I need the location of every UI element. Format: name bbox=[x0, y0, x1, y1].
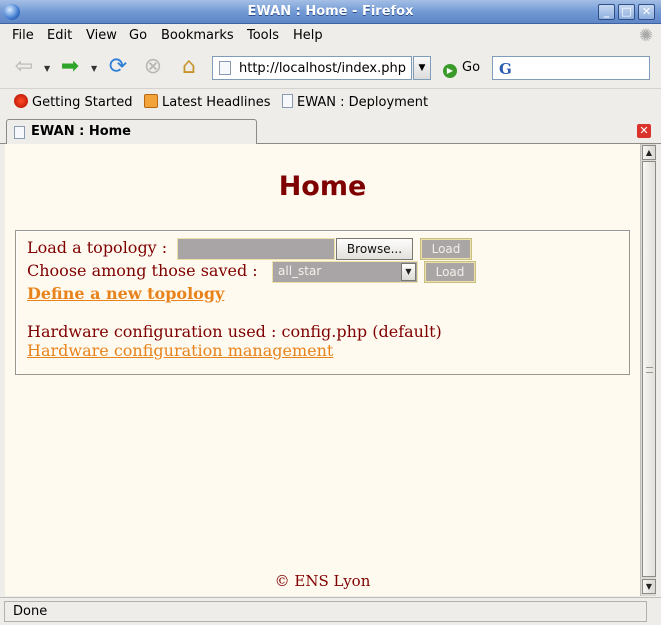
google-search-icon[interactable]: G bbox=[499, 60, 512, 78]
menu-tools[interactable]: Tools bbox=[247, 28, 279, 43]
menu-bookmarks[interactable]: Bookmarks bbox=[161, 28, 234, 43]
topology-panel: Load a topology : Browse... Load Choose … bbox=[15, 230, 630, 375]
stop-icon[interactable]: ⊗ bbox=[139, 53, 167, 81]
tab-strip: EWAN : Home ✕ bbox=[0, 117, 661, 145]
bookmarks-toolbar: Getting Started Latest Headlines EWAN : … bbox=[0, 88, 661, 116]
load-topology-label: Load a topology : bbox=[27, 238, 168, 257]
choose-saved-label: Choose among those saved : bbox=[27, 261, 258, 280]
bookmark-label: Latest Headlines bbox=[162, 95, 271, 110]
home-icon[interactable]: ⌂ bbox=[175, 53, 203, 81]
bookmark-ewan-deployment[interactable]: EWAN : Deployment bbox=[282, 94, 428, 110]
bookmark-latest-headlines[interactable]: Latest Headlines bbox=[144, 94, 271, 110]
page-icon bbox=[219, 61, 231, 75]
tab-label: EWAN : Home bbox=[31, 124, 132, 139]
minimize-icon[interactable]: _ bbox=[598, 4, 615, 20]
go-label: Go bbox=[462, 60, 481, 75]
saved-topology-select[interactable]: all_star ▼ bbox=[272, 261, 418, 283]
menu-view[interactable]: View bbox=[86, 28, 117, 43]
menu-go[interactable]: Go bbox=[129, 28, 147, 43]
load-topology-button[interactable]: Load bbox=[420, 238, 472, 260]
url-text: http://localhost/index.php bbox=[239, 61, 407, 76]
back-arrow-icon[interactable]: ⇦ bbox=[10, 53, 38, 81]
scroll-down-icon[interactable]: ▼ bbox=[642, 579, 656, 594]
menu-help[interactable]: Help bbox=[293, 28, 323, 43]
bookmark-label: EWAN : Deployment bbox=[297, 95, 429, 110]
page-icon bbox=[14, 126, 25, 139]
firefox-bookmark-icon bbox=[14, 94, 28, 108]
hardware-config-text: Hardware configuration used : config.php… bbox=[27, 322, 442, 341]
throbber-icon: ✺ bbox=[638, 26, 654, 46]
go-button[interactable]: ▶ Go bbox=[443, 60, 480, 78]
load-saved-button[interactable]: Load bbox=[424, 261, 476, 283]
tab-ewan-home[interactable]: EWAN : Home bbox=[6, 119, 257, 145]
window-title: EWAN : Home - Firefox bbox=[247, 4, 414, 19]
status-text: Done bbox=[4, 601, 647, 622]
page-content: Home Load a topology : Browse... Load Ch… bbox=[5, 144, 640, 596]
scroll-up-icon[interactable]: ▲ bbox=[642, 145, 656, 160]
menu-bar: File Edit View Go Bookmarks Tools Help ✺ bbox=[0, 25, 661, 47]
browse-button[interactable]: Browse... bbox=[336, 238, 413, 260]
rss-feed-icon bbox=[144, 94, 158, 108]
menu-file[interactable]: File bbox=[12, 28, 34, 43]
hardware-config-management-link[interactable]: Hardware configuration management bbox=[27, 341, 333, 360]
maximize-icon[interactable]: □ bbox=[618, 4, 635, 20]
url-history-dropdown-icon[interactable]: ▼ bbox=[413, 56, 431, 80]
menu-edit[interactable]: Edit bbox=[47, 28, 72, 43]
back-history-dropdown-icon[interactable]: ▼ bbox=[44, 64, 50, 73]
footer-copyright: © ENS Lyon bbox=[274, 572, 371, 590]
page-icon bbox=[282, 94, 293, 108]
bookmark-label: Getting Started bbox=[32, 95, 133, 110]
search-input[interactable]: G bbox=[492, 56, 650, 80]
close-window-icon[interactable]: ✕ bbox=[638, 4, 655, 20]
topology-file-input[interactable] bbox=[177, 238, 335, 260]
status-bar: Done bbox=[0, 597, 661, 625]
chevron-down-icon: ▼ bbox=[401, 263, 416, 281]
scrollbar-grip-icon bbox=[646, 367, 653, 373]
bookmark-getting-started[interactable]: Getting Started bbox=[14, 94, 133, 110]
go-arrow-icon: ▶ bbox=[443, 64, 457, 78]
saved-topology-value: all_star bbox=[278, 264, 322, 278]
url-bar[interactable]: http://localhost/index.php bbox=[212, 56, 412, 80]
vertical-scrollbar[interactable]: ▲ ▼ bbox=[640, 144, 656, 596]
reload-icon[interactable]: ⟳ bbox=[104, 53, 132, 81]
forward-history-dropdown-icon[interactable]: ▼ bbox=[91, 64, 97, 73]
forward-arrow-icon[interactable]: ➡ bbox=[56, 53, 84, 81]
define-new-topology-link[interactable]: Define a new topology bbox=[27, 284, 224, 303]
window-title-bar: EWAN : Home - Firefox _ □ ✕ bbox=[0, 0, 661, 24]
page-title: Home bbox=[278, 171, 367, 202]
close-tab-icon[interactable]: ✕ bbox=[637, 124, 651, 138]
navigation-toolbar: ⇦ ▼ ➡ ▼ ⟳ ⊗ ⌂ http://localhost/index.php… bbox=[0, 48, 661, 86]
scrollbar-thumb[interactable] bbox=[642, 161, 656, 577]
